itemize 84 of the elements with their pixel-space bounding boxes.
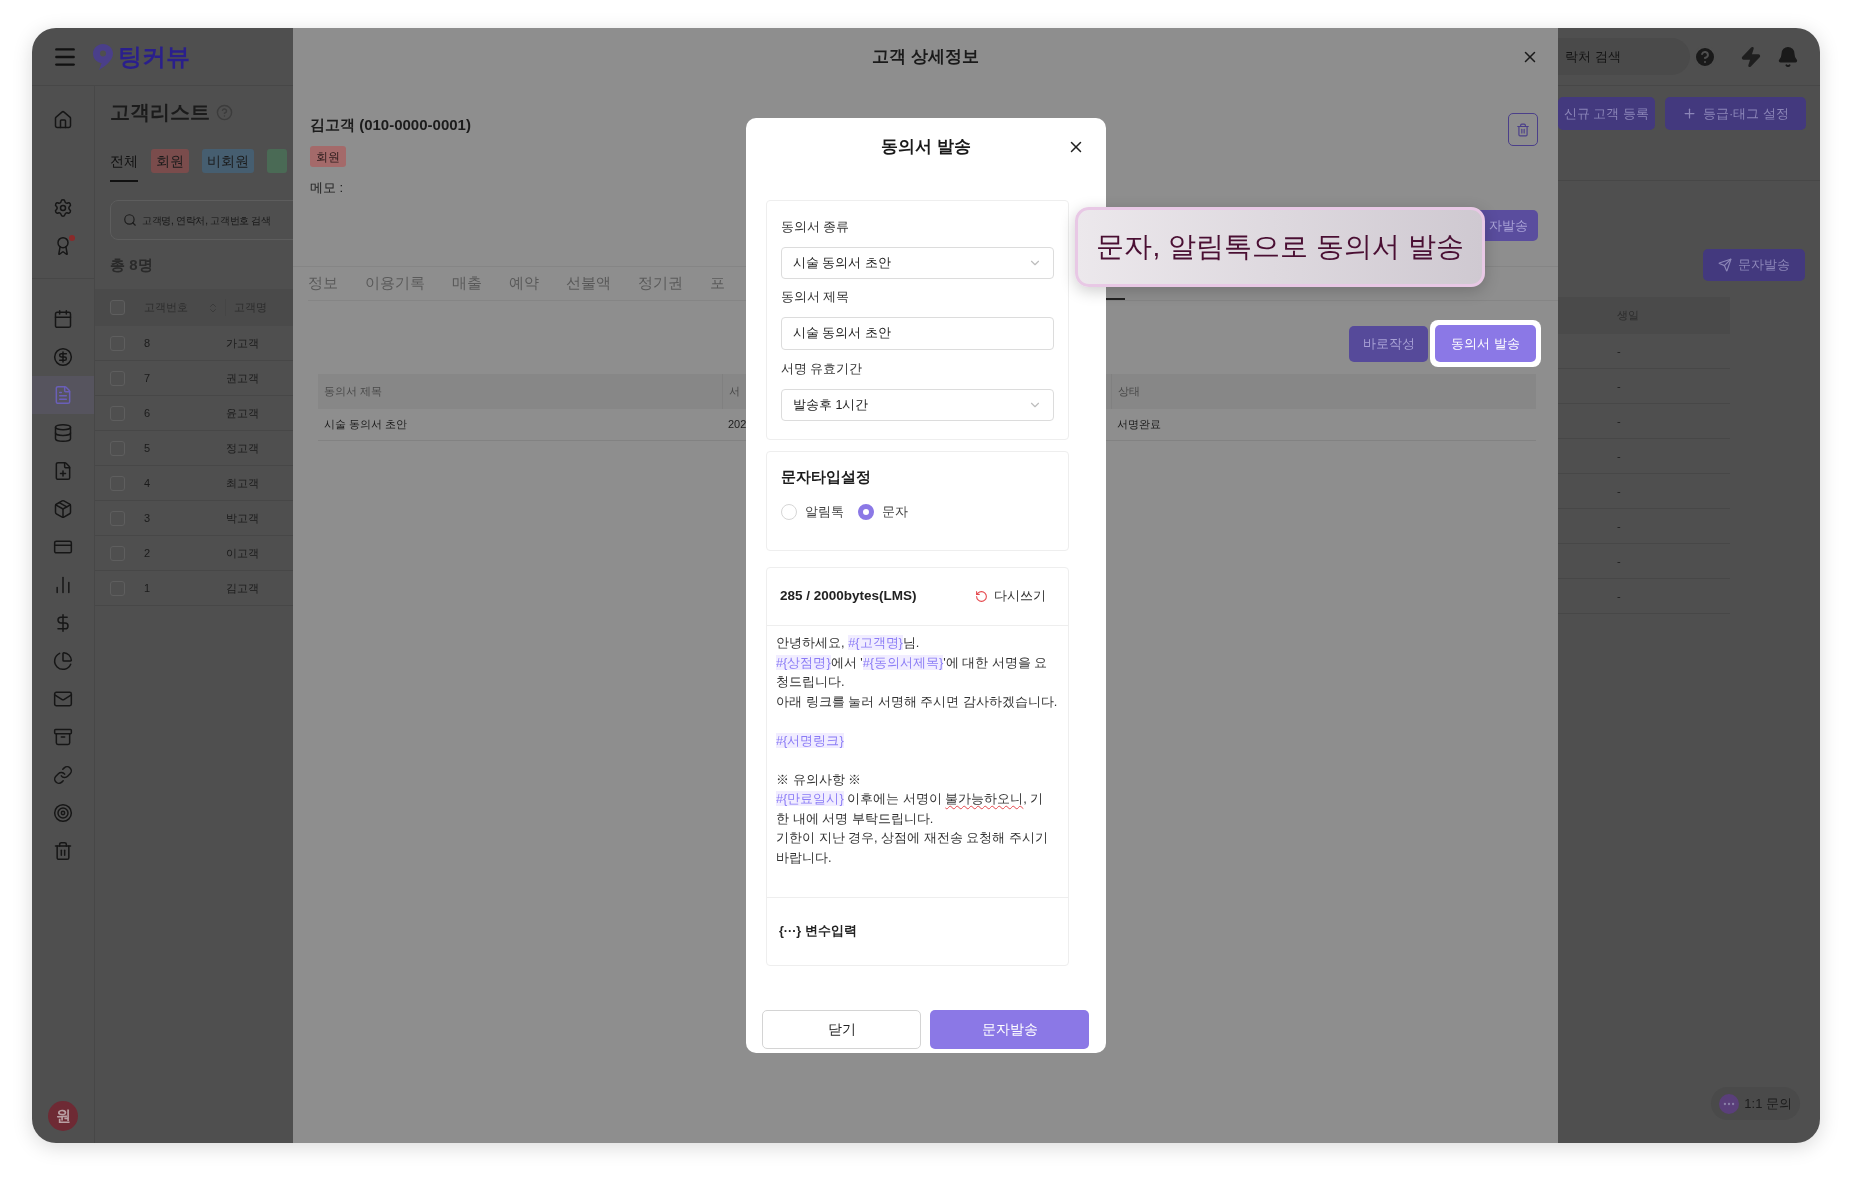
member-tag: 회원: [310, 146, 346, 167]
message-line: 바랍니다.: [776, 848, 832, 867]
dropdown[interactable]: 시술 동의서 초안: [781, 247, 1054, 279]
customer-name: 김고객 (010-0000-0001): [310, 115, 471, 135]
chat-icon: [1719, 1093, 1740, 1114]
message-line: 기한이 지난 경우, 상점에 재전송 요청해 주시기: [776, 829, 1048, 847]
send-button[interactable]: 문자발송: [930, 1010, 1089, 1049]
column-header: 동의서 제목: [324, 384, 383, 400]
table-cell: 서명완료: [1117, 418, 1161, 431]
settings-icon: [53, 198, 73, 218]
filter-tag[interactable]: 비회원: [202, 149, 254, 173]
rewrite-button[interactable]: 다시쓰기: [975, 587, 1046, 606]
calendar-icon: [53, 309, 73, 329]
table-cell-text: -: [1617, 483, 1621, 499]
field-label: 동의서 제목: [781, 289, 851, 305]
message-line: #{상점명}에서 '#{동의서제목}'에 대한 서명을 요: [776, 653, 1048, 672]
radio-label: 문자: [882, 504, 908, 521]
lightning-icon[interactable]: [1740, 45, 1762, 68]
send-icon: [1718, 258, 1732, 272]
filter-tag[interactable]: [267, 149, 287, 173]
table-cell-text: -: [1617, 378, 1621, 394]
table-cell-text: -: [1617, 518, 1621, 534]
message-line: ※ 유의사항 ※: [776, 770, 862, 789]
cancel-button[interactable]: 닫기: [762, 1010, 921, 1049]
message-line: 한 내에 서명 부탁드립니다.: [776, 809, 934, 828]
trash-icon: [53, 841, 73, 861]
search-icon: [123, 213, 137, 227]
table-cell-text: -: [1617, 413, 1621, 429]
grade-tag-button[interactable]: 등급·태그 설정: [1665, 97, 1806, 130]
tab-underline: [1106, 298, 1125, 300]
trash-icon: [1516, 122, 1530, 137]
radio-button[interactable]: [858, 504, 874, 521]
table-cell-text: -: [1617, 448, 1621, 464]
message-line: 아래 링크를 눌러 서명해 주시면 감사하겠습니다.: [776, 692, 1058, 711]
column-header: 서: [729, 384, 740, 400]
logo-text: 팅커뷰: [118, 44, 190, 69]
pie-chart-icon: [53, 651, 73, 671]
file-plus-icon: [53, 461, 73, 481]
radio-label: 알림톡: [805, 504, 844, 521]
message-line: #{만료일시} 이후에는 서명이 불가능하오니, 기: [776, 790, 1044, 808]
memo-label: 메모 :: [310, 179, 344, 197]
send-message-button[interactable]: 문자발송: [1703, 249, 1805, 281]
archive-icon: [53, 727, 73, 747]
byte-counter: 285 / 2000bytes(LMS): [780, 587, 917, 606]
write-now-button[interactable]: 바로작성: [1349, 325, 1428, 362]
card-icon: [53, 537, 73, 557]
field-label: 동의서 종류: [781, 219, 851, 235]
dropdown[interactable]: 발송후 1시간: [781, 389, 1054, 421]
table-cell: 시술 동의서 초안: [324, 418, 408, 431]
message-editor[interactable]: 안녕하세요, #{고객명}님. #{상점명}에서 '#{동의서제목}'에 대한 서명을 요 청드립니다. 아래 링크를 눌러 서명해 주시면 감사하겠습니다. #{서명링크} ※ 유의사항 ※ #{만료일시} 이후에는 서명이 불가능하오니, 기 한 내에 서명 부탁드립니다. 기한이 지난 경우, 상점에 재전송 요청해 주시기 바랍니다.: [767, 626, 1068, 898]
filter-tag[interactable]: 회원: [151, 149, 189, 173]
field-label: 서명 유효기간: [781, 361, 864, 377]
home-icon: [53, 110, 73, 130]
avatar[interactable]: 원: [48, 1101, 78, 1131]
message-line: 청드립니다.: [776, 673, 845, 691]
database-icon: [53, 423, 73, 443]
target-icon: [53, 803, 73, 823]
table-cell-text: -: [1617, 343, 1621, 359]
document-icon: [53, 385, 73, 405]
bar-chart-icon: [53, 575, 73, 595]
link-icon: [53, 765, 73, 785]
new-customer-button[interactable]: 신규 고객 등록: [1558, 97, 1655, 130]
mail-icon: [53, 689, 73, 709]
bell-icon[interactable]: [1777, 45, 1799, 68]
callout-tooltip: 문자, 알림톡으로 동의서 발송: [1075, 207, 1485, 287]
message-line: 안녕하세요, #{고객명}님.: [776, 634, 920, 652]
panel-title: 고객 상세정보: [872, 46, 979, 69]
text-field[interactable]: 시술 동의서 초안: [781, 317, 1054, 350]
column-header: 상태: [1118, 384, 1140, 400]
sidebar-item[interactable]: [32, 376, 94, 414]
table-cell-text: -: [1617, 553, 1621, 569]
send-consent-button[interactable]: 동의서 발송: [1435, 325, 1536, 362]
table-cell: 202: [728, 418, 747, 431]
section-title: 문자타입설정: [781, 468, 871, 486]
modal-title: 동의서 발송: [881, 136, 971, 159]
dollar-circle-icon: [53, 347, 73, 367]
plus-icon: [1682, 106, 1697, 121]
filter-tab[interactable]: 전체: [110, 149, 138, 182]
logo-icon: [92, 42, 114, 71]
table-cell-text: -: [1617, 588, 1621, 604]
box-icon: [53, 499, 73, 519]
delete-button[interactable]: [1508, 113, 1538, 146]
insert-variable-button[interactable]: {···} 변수입력: [779, 922, 857, 941]
reset-icon: [975, 590, 988, 603]
